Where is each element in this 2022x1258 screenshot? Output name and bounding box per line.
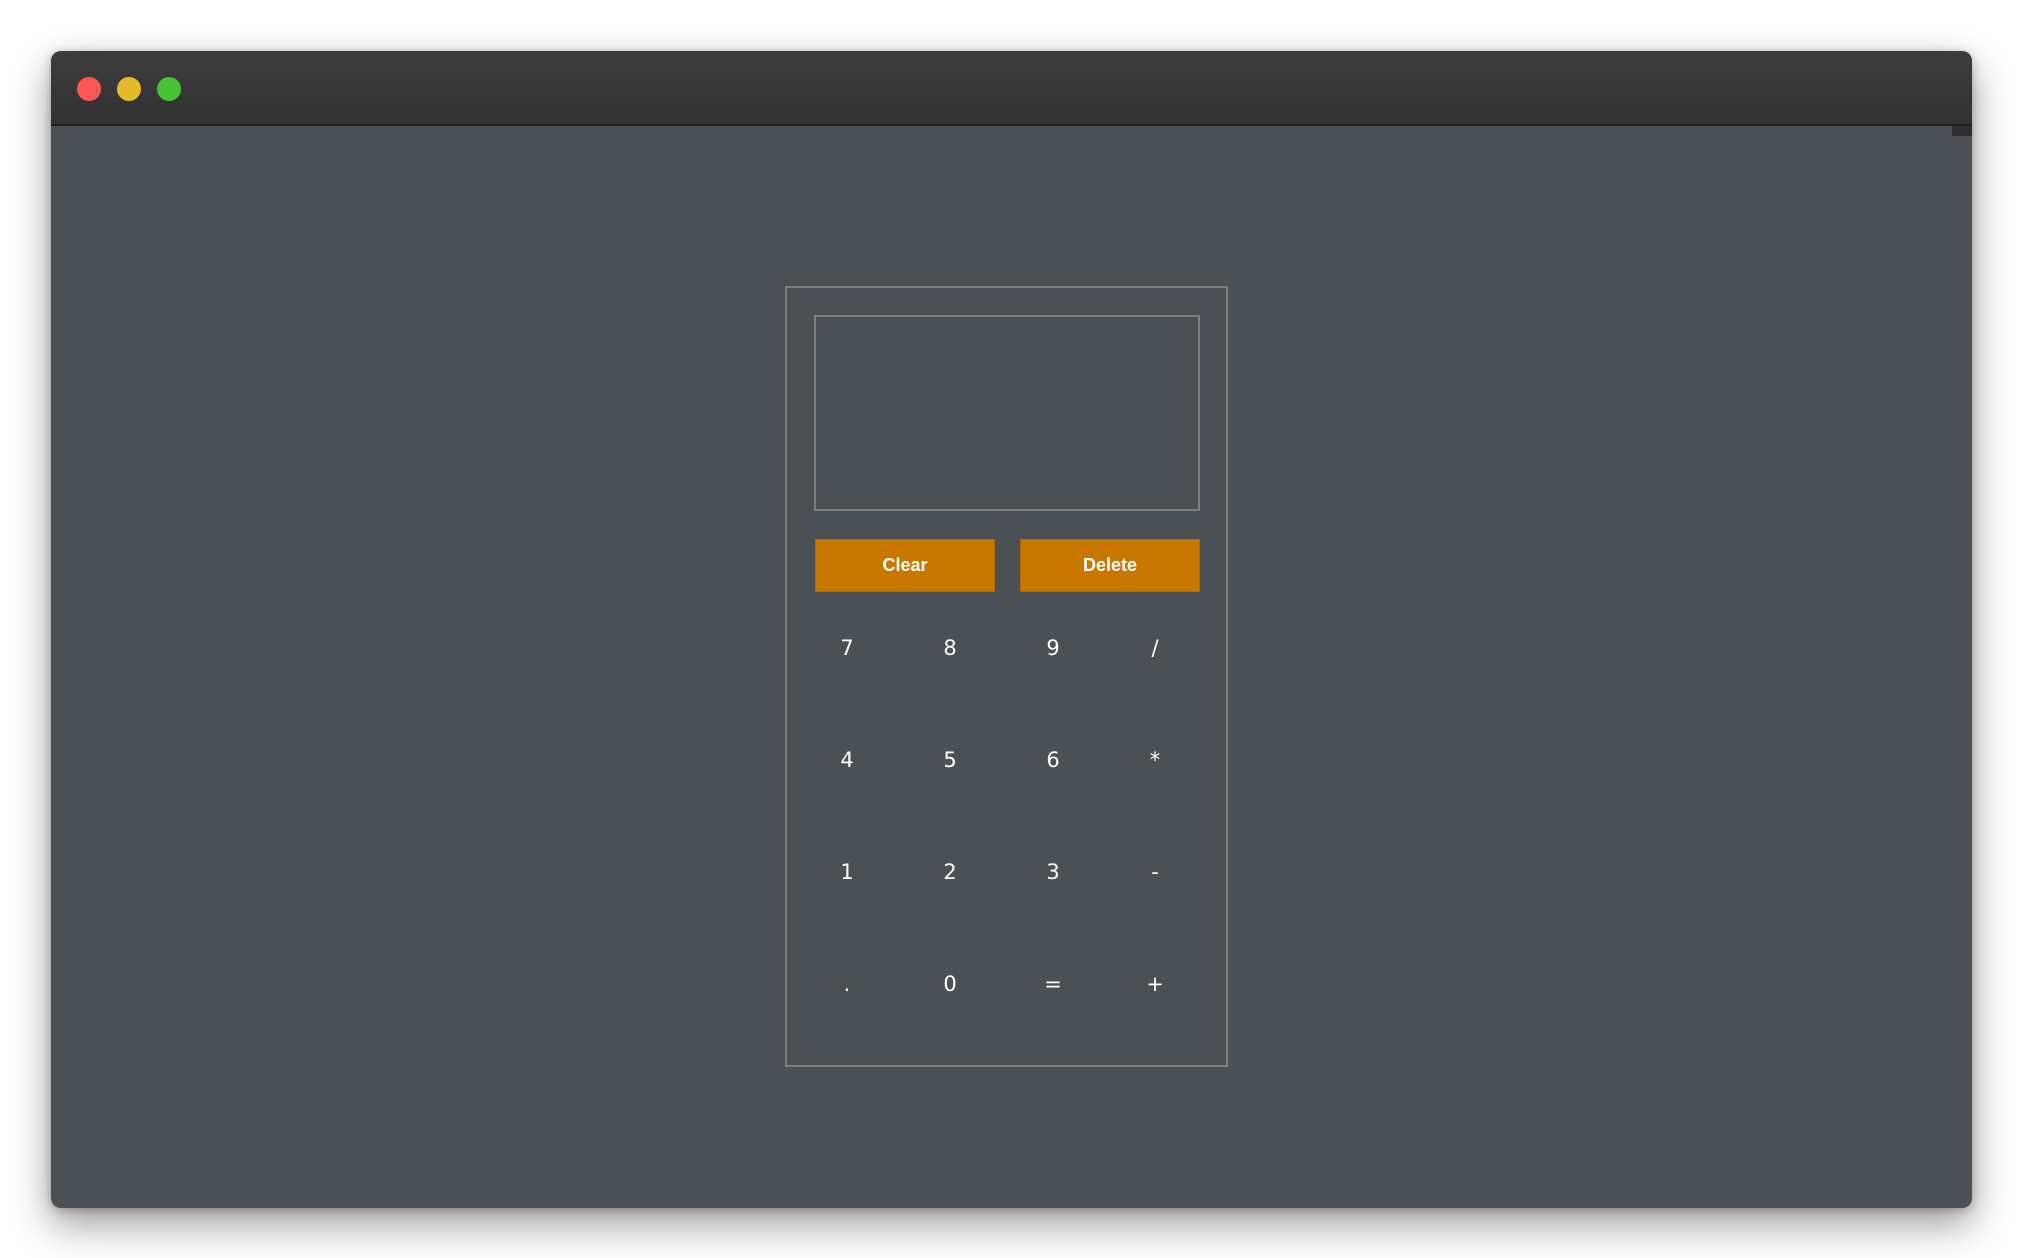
title-bar[interactable]: [51, 51, 1972, 126]
key-9[interactable]: 9: [1001, 592, 1105, 704]
key-4[interactable]: 4: [795, 704, 899, 816]
key-decimal[interactable]: .: [795, 928, 899, 1040]
key-1[interactable]: 1: [795, 816, 899, 928]
delete-button[interactable]: Delete: [1020, 539, 1200, 592]
key-add[interactable]: +: [1103, 928, 1207, 1040]
key-3[interactable]: 3: [1001, 816, 1105, 928]
key-multiply[interactable]: *: [1103, 704, 1207, 816]
clear-button[interactable]: Clear: [815, 539, 995, 592]
calculator-display: [814, 315, 1200, 511]
close-window-button[interactable]: [77, 77, 101, 101]
key-subtract[interactable]: -: [1103, 816, 1207, 928]
key-6[interactable]: 6: [1001, 704, 1105, 816]
app-window: Clear Delete 7 8 9/ 4 5 6 * 1 2 3-. 0 = +: [51, 51, 1972, 1208]
maximize-window-button[interactable]: [157, 77, 181, 101]
key-7[interactable]: 7: [795, 592, 899, 704]
key-divide[interactable]: /: [1103, 592, 1207, 704]
key-equals[interactable]: =: [1001, 928, 1105, 1040]
key-0[interactable]: 0: [898, 928, 1002, 1040]
key-5[interactable]: 5: [898, 704, 1002, 816]
keypad: 7 8 9/ 4 5 6 * 1 2 3-. 0 = +: [787, 592, 1226, 1040]
key-2[interactable]: 2: [898, 816, 1002, 928]
scrollbar-corner: [1952, 126, 1972, 136]
calculator: Clear Delete 7 8 9/ 4 5 6 * 1 2 3-. 0 = +: [785, 286, 1228, 1067]
key-8[interactable]: 8: [898, 592, 1002, 704]
minimize-window-button[interactable]: [117, 77, 141, 101]
